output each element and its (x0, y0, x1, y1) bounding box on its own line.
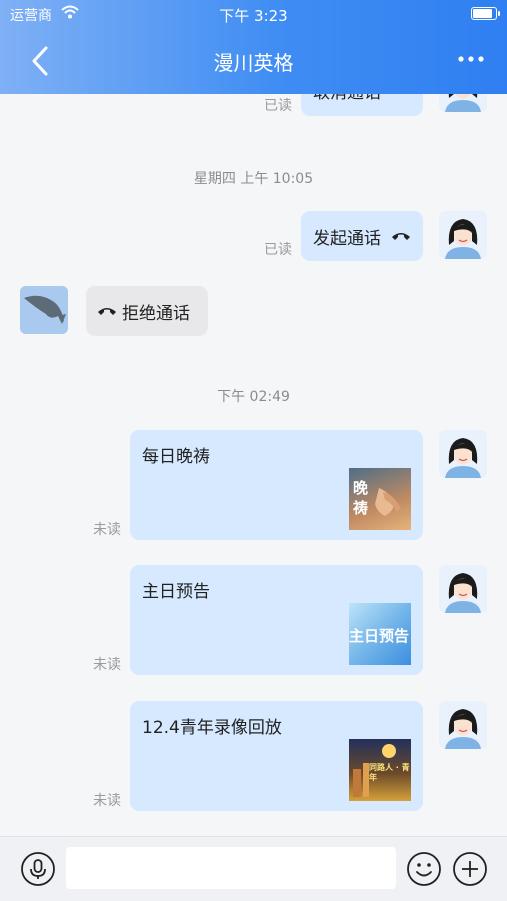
phone-icon (392, 233, 410, 240)
read-status: 已读 (264, 242, 292, 258)
card-title: 每日晚祷 (142, 447, 210, 467)
card-thumbnail: 主日预告 (349, 603, 411, 665)
card-title: 主日预告 (142, 582, 210, 602)
article-card[interactable]: 每日晚祷 晚祷 (130, 430, 423, 540)
status-bar: 运营商 下午 3:23 (0, 0, 507, 28)
card-thumbnail: 同路人 · 青年 (349, 739, 411, 801)
message-text: 拒绝通话 (122, 304, 190, 324)
avatar[interactable] (439, 94, 487, 112)
status-time: 下午 3:23 (219, 7, 288, 25)
thumbnail-text: 晚祷 (353, 479, 369, 517)
message-text: 取消通话 (313, 94, 381, 103)
avatar[interactable] (439, 701, 487, 749)
card-title: 12.4青年录像回放 (142, 718, 282, 738)
message-bubble-reject-call[interactable]: 拒绝通话 (86, 286, 208, 336)
read-status: 已读 (264, 98, 292, 114)
card-thumbnail: 晚祷 (349, 468, 411, 530)
read-status: 未读 (93, 657, 121, 673)
timestamp: 下午 02:49 (217, 389, 290, 405)
app-header: 运营商 下午 3:23 漫川英格 (0, 0, 507, 94)
article-card[interactable]: 12.4青年录像回放 同路人 · 青年 (130, 701, 423, 811)
phone-icon (98, 308, 116, 315)
avatar-dolphin[interactable] (20, 286, 68, 334)
read-status: 未读 (93, 793, 121, 809)
chat-area[interactable]: 取消通话 已读 星期四 上午 10:05 发起通话 已读 (0, 94, 507, 836)
avatar[interactable] (439, 211, 487, 259)
plus-icon[interactable] (452, 851, 488, 887)
article-card[interactable]: 主日预告 主日预告 (130, 565, 423, 675)
message-bubble-start-call[interactable]: 发起通话 (301, 211, 423, 261)
message-bubble-cancel-call[interactable]: 取消通话 (301, 94, 423, 116)
avatar[interactable] (439, 430, 487, 478)
emoji-icon[interactable] (406, 851, 442, 887)
microphone-icon[interactable] (20, 851, 56, 887)
nav-bar: 漫川英格 (0, 28, 507, 94)
avatar[interactable] (439, 565, 487, 613)
battery-icon (471, 7, 500, 20)
page-title: 漫川英格 (213, 51, 294, 75)
read-status: 未读 (93, 522, 121, 538)
input-bar (0, 836, 507, 901)
message-text: 发起通话 (313, 229, 381, 249)
thumbnail-text: 主日预告 (349, 627, 410, 645)
message-input[interactable] (66, 847, 396, 889)
thumbnail-text: 同路人 · 青年 (369, 763, 410, 782)
more-icon[interactable] (453, 44, 489, 74)
timestamp: 星期四 上午 10:05 (193, 171, 314, 187)
